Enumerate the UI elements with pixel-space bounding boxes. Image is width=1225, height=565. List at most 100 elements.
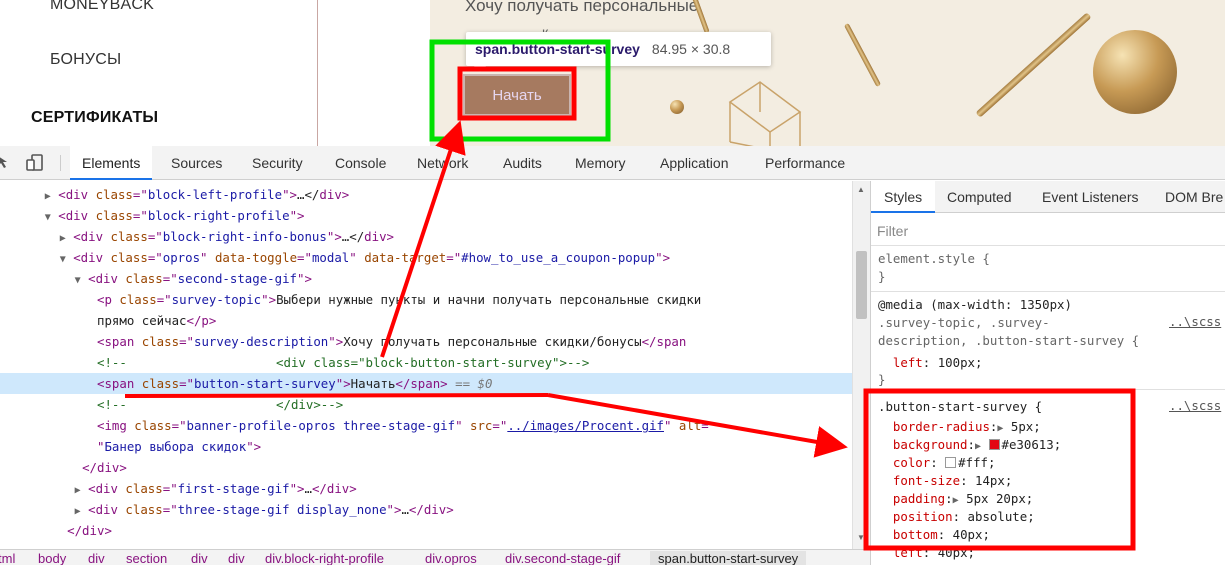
dom-comment[interactable]: <!-- <div class="block-button-start-surv… (0, 352, 852, 373)
gold-stick-decoration (975, 12, 1092, 118)
color-swatch-icon[interactable] (988, 439, 1000, 450)
css-declaration[interactable]: bottom: 40px; (878, 526, 990, 544)
gold-sphere-decoration (1093, 30, 1177, 114)
start-survey-button[interactable]: Начать (463, 74, 571, 116)
collapse-triangle-icon[interactable]: ▼ (45, 212, 51, 223)
media-query: @media (max-width: 1350px) (878, 297, 1072, 312)
css-declaration[interactable]: color: #fff; (878, 454, 996, 472)
expand-triangle-icon[interactable]: ▶ (997, 423, 1003, 434)
gold-stick-decoration (691, 0, 710, 34)
dom-breadcrumb: tml body div section div div div.block-r… (0, 549, 870, 565)
wire-frame-decoration (728, 81, 802, 146)
css-declaration[interactable]: background:▶ #e30613; (878, 436, 1061, 454)
color-swatch-icon[interactable] (945, 457, 957, 468)
scroll-down-arrow-icon[interactable]: ▼ (857, 533, 865, 542)
dom-node[interactable]: ▼ <div class="opros" data-toggle="modal"… (0, 247, 852, 268)
tab-separator (60, 155, 61, 171)
media-rule-selector[interactable]: .survey-topic, .survey- (878, 314, 1050, 332)
tab-styles[interactable]: Styles (871, 181, 936, 213)
dom-node[interactable]: ▶ <div class="three-stage-gif display_no… (0, 499, 852, 520)
dom-comment[interactable]: <!-- </div>--> (0, 394, 852, 415)
filter-box (871, 214, 1225, 246)
expand-triangle-icon[interactable]: ▶ (45, 191, 51, 202)
tab-event-listeners[interactable]: Event Listeners (1042, 181, 1139, 213)
tooltip-selector: span.button-start-survey (475, 41, 640, 57)
element-style-selector[interactable]: element.style { (878, 250, 990, 268)
breadcrumb-item[interactable]: body (38, 551, 66, 565)
dom-node[interactable]: <span class="survey-description">Хочу по… (0, 331, 852, 352)
dom-node[interactable]: ▶ <div class="block-right-info-bonus">…<… (0, 226, 852, 247)
breadcrumb-item[interactable]: div (191, 551, 208, 565)
dom-node[interactable]: </div> (0, 457, 852, 478)
breadcrumb-item[interactable]: div.second-stage-gif (505, 551, 620, 565)
styles-pane: Styles Computed Event Listeners DOM Bre … (870, 181, 1225, 565)
tooltip-size: 84.95 × 30.8 (651, 41, 731, 57)
css-declaration[interactable]: padding:▶ 5px 20px; (878, 490, 1033, 508)
expand-triangle-icon[interactable]: ▶ (75, 506, 81, 517)
breadcrumb-item[interactable]: div.block-right-profile (265, 551, 384, 565)
css-declaration[interactable]: position: absolute; (878, 508, 1035, 526)
tab-memory[interactable]: Memory (575, 146, 626, 180)
menu-item-certificates[interactable]: СЕРТИФИКАТЫ (31, 109, 158, 127)
expand-triangle-icon[interactable]: ▶ (975, 441, 981, 452)
dom-node[interactable]: <img class="banner-profile-opros three-s… (0, 415, 852, 436)
breadcrumb-item[interactable]: section (126, 551, 167, 565)
media-rule-close: } (878, 372, 886, 387)
expand-triangle-icon[interactable]: ▶ (75, 485, 81, 496)
survey-banner: Хочу получать персональные к (430, 0, 1225, 146)
inspect-tooltip: span.button-start-survey 84.95 × 30.8 (466, 32, 771, 72)
elements-dom-tree: ▶ <div class="block-left-profile">…</div… (0, 181, 852, 549)
rule-divider (871, 291, 1225, 292)
css-declaration[interactable]: left: 100px; (878, 354, 983, 372)
tab-security[interactable]: Security (252, 146, 303, 180)
breadcrumb-item[interactable]: tml (0, 551, 15, 565)
styles-tab-bar: Styles Computed Event Listeners DOM Bre (871, 181, 1225, 213)
devtools-tab-bar: Elements Sources Security Console Networ… (0, 146, 1225, 180)
device-toggle-icon[interactable] (26, 154, 44, 176)
tooltip-arrow (474, 66, 486, 72)
dom-node[interactable]: ▶ <div class="block-left-profile">…</div… (0, 184, 852, 205)
css-declaration[interactable]: border-radius:▶ 5px; (878, 418, 1041, 436)
breadcrumb-item[interactable]: div (228, 551, 245, 565)
css-declaration[interactable]: left: 40px; (878, 544, 975, 562)
css-declaration[interactable]: font-size: 14px; (878, 472, 1012, 490)
expand-triangle-icon[interactable]: ▶ (60, 233, 66, 244)
collapse-triangle-icon[interactable]: ▼ (60, 254, 66, 265)
tab-elements[interactable]: Elements (70, 146, 153, 180)
elements-scrollbar[interactable]: ▲ ▼ (852, 181, 870, 549)
menu-item-bonuses[interactable]: БОНУСЫ (50, 51, 121, 69)
breadcrumb-item[interactable]: div.opros (425, 551, 477, 565)
media-rule-selector[interactable]: description, .button-start-survey { (878, 332, 1139, 350)
menu-item-moneyback[interactable]: MONEYBACK (50, 0, 154, 14)
button-rule-selector[interactable]: .button-start-survey { (878, 398, 1042, 416)
tab-application[interactable]: Application (660, 146, 729, 180)
gold-stick-decoration (843, 22, 882, 88)
side-menu: MONEYBACK БОНУСЫ СЕРТИФИКАТЫ (0, 0, 318, 146)
dom-node[interactable]: прямо сейчас</p> (0, 310, 852, 331)
breadcrumb-item-active[interactable]: span.button-start-survey (650, 551, 807, 565)
tab-network[interactable]: Network (417, 146, 468, 180)
expand-triangle-icon[interactable]: ▶ (953, 495, 959, 506)
dom-node[interactable]: <p class="survey-topic">Выбери нужные пу… (0, 289, 852, 310)
tab-console[interactable]: Console (335, 146, 386, 180)
breadcrumb-item[interactable]: div (88, 551, 105, 565)
dom-node[interactable]: "Банер выбора скидок"> (0, 436, 852, 457)
media-rule-source-link[interactable]: ..\scss (1169, 314, 1221, 329)
scroll-up-arrow-icon[interactable]: ▲ (857, 185, 865, 194)
tab-audits[interactable]: Audits (503, 146, 542, 180)
collapse-triangle-icon[interactable]: ▼ (75, 275, 81, 286)
tab-sources[interactable]: Sources (171, 146, 222, 180)
dom-node[interactable]: </div> (0, 520, 852, 541)
dom-node[interactable]: ▼ <div class="second-stage-gif"> (0, 268, 852, 289)
website-preview: MONEYBACK БОНУСЫ СЕРТИФИКАТЫ Хочу получа… (0, 0, 1225, 146)
dom-node[interactable]: ▶ <div class="first-stage-gif">…</div> (0, 478, 852, 499)
dom-node-selected[interactable]: <span class="button-start-survey">Начать… (0, 373, 852, 394)
inspect-cursor-icon[interactable] (0, 154, 12, 174)
tab-performance[interactable]: Performance (765, 146, 845, 180)
tab-dom-breakpoints[interactable]: DOM Bre (1165, 181, 1223, 213)
button-rule-source-link[interactable]: ..\scss (1169, 398, 1221, 413)
dom-node[interactable]: ▼ <div class="block-right-profile"> (0, 205, 852, 226)
tab-computed[interactable]: Computed (947, 181, 1012, 213)
scroll-thumb[interactable] (856, 251, 867, 319)
styles-filter-input[interactable] (877, 220, 1217, 242)
